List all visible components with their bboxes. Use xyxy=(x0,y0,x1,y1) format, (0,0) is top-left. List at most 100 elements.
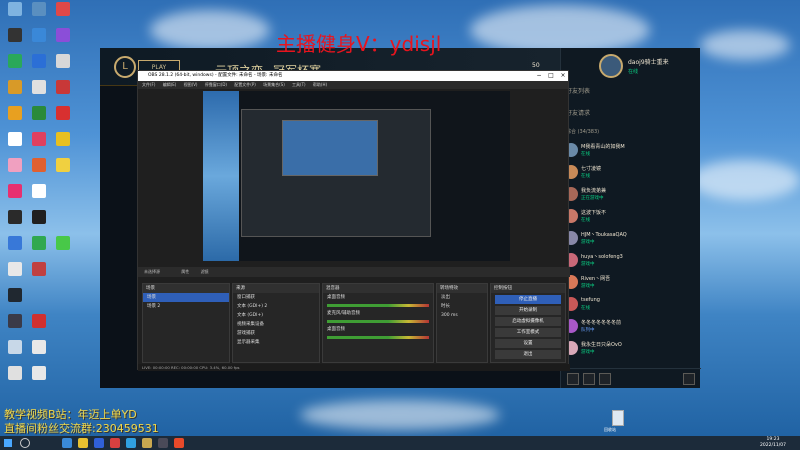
obs-preview[interactable] xyxy=(203,91,510,261)
settings-icon[interactable] xyxy=(683,373,695,385)
friend-status: 游戏中 xyxy=(581,284,595,289)
friend-item[interactable]: HJM丶ToukasaQAQ 游戏中 xyxy=(561,228,701,248)
taskbar-app-icon[interactable] xyxy=(62,438,72,448)
mixer-channel-label: 桌面音频 xyxy=(327,327,345,332)
controls-dock: 控制按钮 停止直播 开始录制 启动虚拟摄像机 工作室模式 设置 退出 xyxy=(490,283,566,363)
menu-edit[interactable]: 编辑(E) xyxy=(163,82,177,87)
league-logo-icon: L xyxy=(114,56,136,78)
obs-status-bar: LIVE: 00:00:00 REC: 00:00:00 CPU: 3.4%, … xyxy=(138,364,570,371)
friend-item[interactable]: huya丶solofeng3 游戏中 xyxy=(561,250,701,270)
obs-window: OBS 28.1.2 (64-bit, windows) - 配置文件: 未命名… xyxy=(137,70,570,371)
scene-item[interactable]: 场景 2 xyxy=(143,302,229,311)
tray-clock[interactable]: 19:23 2022/11/07 xyxy=(760,437,786,449)
overlay-watermark-bottom: 教学视频B站：年迈上单YD 直播间粉丝交流群:230459531 xyxy=(4,408,159,436)
sources-dock: 来源 窗口捕获 文本 (GDI+) 2 文本 (GDI+) 视频采集设备 游戏捕… xyxy=(232,283,320,363)
menu-view[interactable]: 视图(V) xyxy=(184,82,198,87)
clock-date: 2022/11/07 xyxy=(760,443,786,448)
recycle-bin-label: 回收站 xyxy=(604,427,616,432)
notification-icon[interactable] xyxy=(599,373,611,385)
mixer-channel-label: 桌面音频 xyxy=(327,295,345,300)
volume-meter[interactable] xyxy=(327,336,429,339)
transition-type-select[interactable]: 淡出 xyxy=(437,293,487,302)
obs-titlebar: OBS 28.1.2 (64-bit, windows) - 配置文件: 未命名… xyxy=(138,71,568,81)
menu-profile[interactable]: 配置文件(P) xyxy=(234,82,256,87)
friend-name: 七寸凌镜 xyxy=(581,166,602,172)
volume-meter[interactable] xyxy=(327,304,429,307)
taskbar-app-icon[interactable] xyxy=(174,438,184,448)
scene-item[interactable]: 场景 xyxy=(143,293,229,302)
taskbar-app-icon[interactable] xyxy=(94,438,104,448)
menu-scene-collection[interactable]: 场景集合(S) xyxy=(263,82,285,87)
desktop-icons xyxy=(2,2,72,422)
taskbar-app-icon[interactable] xyxy=(126,438,136,448)
source-item[interactable]: 文本 (GDI+) xyxy=(233,311,319,320)
volume-meter[interactable] xyxy=(327,320,429,323)
recycle-bin-icon[interactable] xyxy=(612,410,624,426)
friend-name: M我看青山的如我M xyxy=(581,144,625,150)
currency-display: 50 xyxy=(532,62,540,69)
friend-item[interactable]: 我负流弟兼 正在游戏中 xyxy=(561,184,701,204)
friend-status: 游戏中 xyxy=(581,240,595,245)
friend-item[interactable]: M我看青山的如我M 在线 xyxy=(561,140,701,160)
dock-title: 转场特效 xyxy=(437,284,487,293)
chat-icon[interactable] xyxy=(567,373,579,385)
filters-button[interactable]: 滤镜 xyxy=(201,269,209,274)
start-icon[interactable] xyxy=(4,439,12,447)
source-item[interactable]: 显示器采集 xyxy=(233,338,319,347)
friend-group-header[interactable]: 综合 (34/383) xyxy=(561,128,701,138)
taskbar-app-icon[interactable] xyxy=(110,438,120,448)
source-item[interactable]: 窗口捕获 xyxy=(233,293,319,302)
taskbar-app-icon[interactable] xyxy=(78,438,88,448)
preview-desktop-strip xyxy=(203,91,239,261)
menu-help[interactable]: 帮助(H) xyxy=(313,82,327,87)
desktop-icon[interactable] xyxy=(52,158,74,190)
friend-item[interactable]: tsefung 在线 xyxy=(561,294,701,314)
dock-title: 场景 xyxy=(143,284,229,293)
source-item[interactable]: 视频采集设备 xyxy=(233,320,319,329)
dock-title: 来源 xyxy=(233,284,319,293)
overlay-watermark-top: 主播健身V：ydisjl xyxy=(276,32,442,56)
maximize-icon[interactable]: □ xyxy=(546,71,556,81)
clipboard-icon[interactable] xyxy=(583,373,595,385)
menu-tools[interactable]: 工具(T) xyxy=(292,82,306,87)
search-icon[interactable] xyxy=(20,438,30,448)
desktop-icon[interactable] xyxy=(4,366,26,398)
friend-item[interactable]: 七寸凌镜 在线 xyxy=(561,162,701,182)
desktop-icon[interactable] xyxy=(28,366,50,398)
friend-name: huya丶solofeng3 xyxy=(581,254,623,260)
start-recording-button[interactable]: 开始录制 xyxy=(495,306,561,315)
transition-duration-label: 时长 xyxy=(441,304,450,309)
overlay-line-2: 直播间粉丝交流群:230459531 xyxy=(4,422,159,435)
friend-requests[interactable]: 好友请求 xyxy=(561,108,701,120)
friend-item[interactable]: Riven丶网吾 游戏中 xyxy=(561,272,701,292)
cloud xyxy=(690,160,800,200)
desktop-icon[interactable] xyxy=(52,236,74,268)
menu-file[interactable]: 文件(F) xyxy=(142,82,155,87)
minimize-icon[interactable]: − xyxy=(534,71,544,81)
friend-item[interactable]: 我永生日只朵OvO 游戏中 xyxy=(561,338,701,358)
friend-name: Riven丶网吾 xyxy=(581,276,611,282)
stop-streaming-button[interactable]: 停止直播 xyxy=(495,295,561,304)
transition-duration-input[interactable]: 300 ms xyxy=(437,311,487,320)
menu-docks[interactable]: 停靠窗口(D) xyxy=(205,82,227,87)
taskbar-app-icon[interactable] xyxy=(158,438,168,448)
friend-item[interactable]: 这波下饭不 在线 xyxy=(561,206,701,226)
friend-item[interactable]: 冬冬冬冬冬冬冬前 队列中 xyxy=(561,316,701,336)
properties-button[interactable]: 属性 xyxy=(181,269,189,274)
cloud xyxy=(300,400,500,430)
transitions-dock: 转场特效 淡出 时长 300 ms xyxy=(436,283,488,363)
friend-status: 在线 xyxy=(581,306,590,311)
desktop-icon[interactable] xyxy=(28,262,50,294)
source-item[interactable]: 文本 (GDI+) 2 xyxy=(233,302,319,311)
friend-name: 我负流弟兼 xyxy=(581,188,607,194)
virtual-camera-button[interactable]: 启动虚拟摄像机 xyxy=(495,317,561,326)
taskbar-app-icon[interactable] xyxy=(142,438,152,448)
settings-button[interactable]: 设置 xyxy=(495,339,561,348)
friend-name: HJM丶ToukasaQAQ xyxy=(581,232,627,238)
avatar[interactable] xyxy=(599,54,623,78)
studio-mode-button[interactable]: 工作室模式 xyxy=(495,328,561,337)
source-item[interactable]: 游戏捕获 xyxy=(233,329,319,338)
close-icon[interactable]: × xyxy=(558,71,568,81)
exit-button[interactable]: 退出 xyxy=(495,350,561,359)
profile-header: daoj9骑士重来 在线 xyxy=(561,48,700,86)
